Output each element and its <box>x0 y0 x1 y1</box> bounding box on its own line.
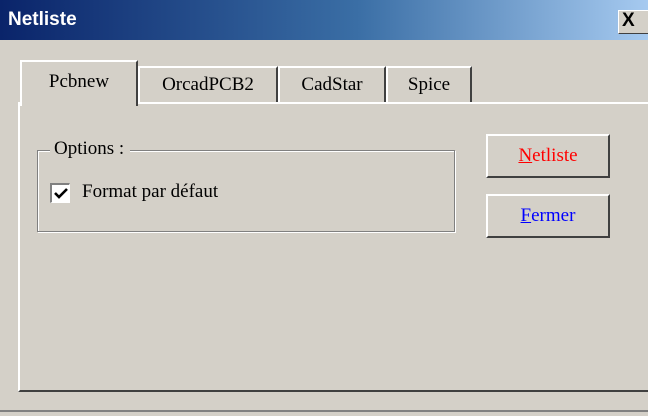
format-default-checkbox[interactable] <box>50 183 70 203</box>
tab-spice[interactable]: Spice <box>386 66 472 104</box>
tab-label: OrcadPCB2 <box>162 74 254 95</box>
tab-label: CadStar <box>301 74 363 95</box>
tab-orcadpcb2[interactable]: OrcadPCB2 <box>138 66 278 104</box>
fermer-button[interactable]: Fermer <box>486 194 610 238</box>
window-bottom-edge <box>0 410 648 416</box>
checkmark-icon <box>54 188 68 199</box>
title-bar: Netliste X <box>0 0 648 40</box>
tab-cadstar[interactable]: CadStar <box>278 66 386 104</box>
close-button[interactable]: X <box>618 10 648 34</box>
tab-label: Pcbnew <box>48 71 110 92</box>
tab-pcbnew[interactable]: Pcbnew <box>20 60 138 106</box>
format-default-label: Format par défaut <box>82 181 219 202</box>
options-group-title: Options : <box>50 138 131 160</box>
netliste-button[interactable]: Netliste <box>486 134 610 178</box>
netliste-mnemonic: N <box>518 145 533 166</box>
fermer-label: ermer <box>531 205 576 226</box>
fermer-mnemonic: F <box>520 205 532 226</box>
close-icon: X <box>622 10 635 31</box>
tab-label: Spice <box>407 74 451 95</box>
netliste-label: etliste <box>532 145 578 166</box>
window-title: Netliste <box>8 9 77 30</box>
